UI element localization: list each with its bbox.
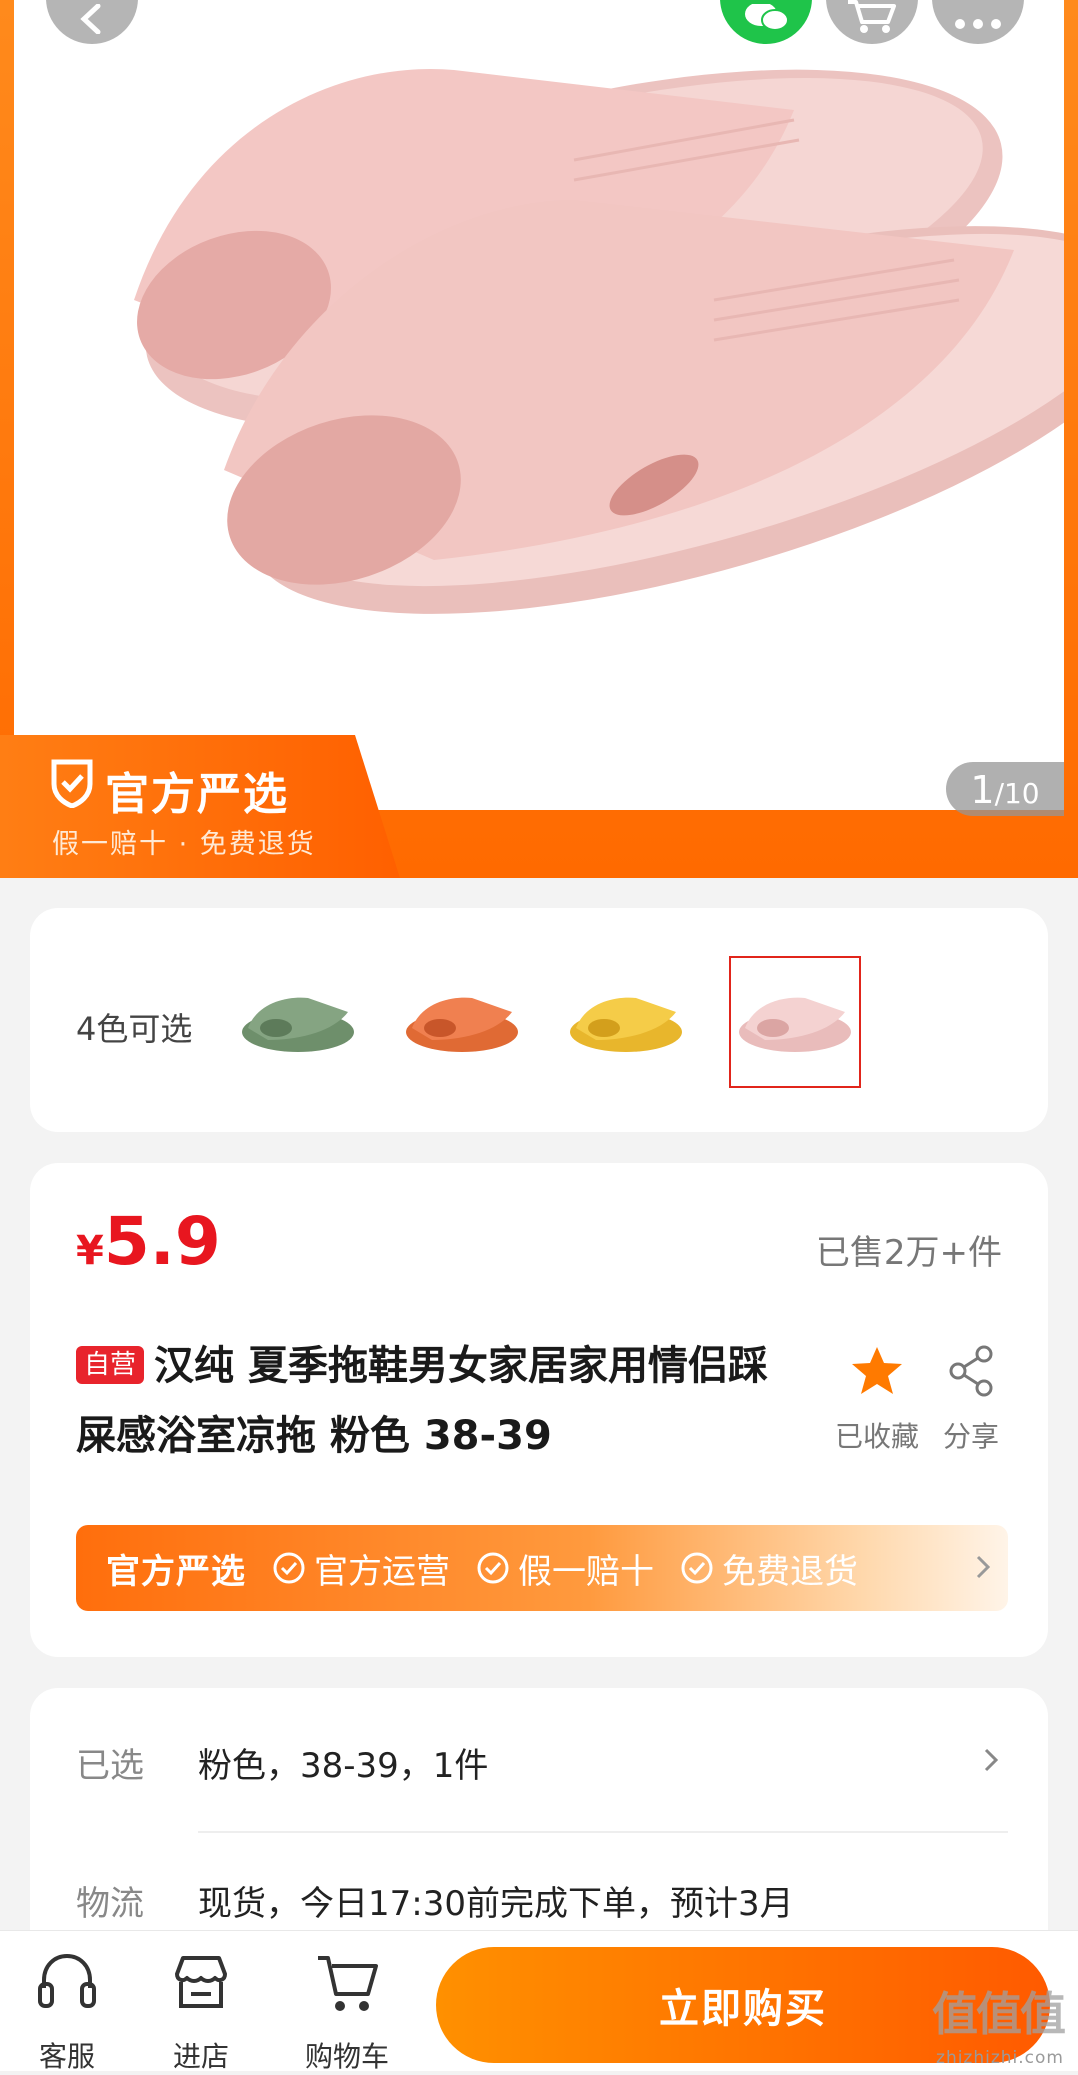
watermark-domain: zhizhizhi.com xyxy=(936,2048,1064,2068)
check-circle-icon xyxy=(273,1552,305,1584)
color-swatch-orange[interactable] xyxy=(396,956,528,1088)
cart-button[interactable]: 购物车 xyxy=(292,1947,402,2075)
shield-check-icon xyxy=(51,759,93,808)
official-guarantee-bar[interactable]: 官方严选 官方运营 假一赔十 免费退货 xyxy=(76,1525,1008,1611)
selected-label: 已选 xyxy=(76,1746,144,1786)
star-icon xyxy=(852,1347,902,1394)
logistics-label: 物流 xyxy=(76,1884,144,1924)
chevron-right-icon xyxy=(976,1555,991,1579)
logistics-value: 现货，今日17:30前完成下单，预计3月 xyxy=(198,1884,794,1924)
color-options-card: 4色可选 xyxy=(30,908,1048,1132)
currency-symbol: ¥ xyxy=(76,1228,104,1274)
share-label: 分享 xyxy=(942,1420,999,1453)
cart-icon xyxy=(318,1956,378,2011)
color-swatch-pink[interactable] xyxy=(729,956,861,1088)
guarantee-label: 官方运营 xyxy=(314,1551,450,1592)
selected-value: 粉色，38-39，1件 xyxy=(198,1746,489,1786)
cart-label: 购物车 xyxy=(304,2040,389,2073)
headset-icon xyxy=(38,1953,96,2008)
price: ¥5.9 xyxy=(76,1203,221,1280)
store-icon xyxy=(175,1956,227,2008)
color-swatch-yellow[interactable] xyxy=(560,956,692,1088)
official-bar-lead: 官方严选 xyxy=(106,1551,246,1592)
product-gallery[interactable]: 官方严选 假一赔十 · 免费退货 1 /10 xyxy=(0,0,1078,878)
chevron-right-icon xyxy=(984,1748,999,1772)
store-button[interactable]: 进店 xyxy=(146,1947,256,2075)
image-page-indicator: 1 /10 xyxy=(946,762,1064,816)
banner-subtitle: 假一赔十 · 免费退货 xyxy=(52,829,316,860)
color-swatch-green[interactable] xyxy=(232,956,364,1088)
self-operated-badge: 自营 xyxy=(76,1346,145,1384)
share-button[interactable]: 分享 xyxy=(916,1341,1026,1455)
divider xyxy=(198,1831,1008,1833)
guarantee-label: 假一赔十 xyxy=(518,1551,654,1592)
banner-title: 官方严选 xyxy=(105,769,289,820)
color-count-label: 4色可选 xyxy=(76,1010,193,1048)
selected-spec-row[interactable]: 已选 粉色，38-39，1件 xyxy=(30,1688,1048,1828)
product-image xyxy=(134,68,1064,614)
price-value: 5.9 xyxy=(103,1203,221,1280)
customer-service-label: 客服 xyxy=(38,2040,95,2073)
check-circle-icon xyxy=(477,1552,509,1584)
slipper-thumbnail xyxy=(570,997,682,1052)
check-circle-icon xyxy=(681,1552,713,1584)
slipper-thumbnail xyxy=(242,997,354,1052)
product-info-card: ¥5.9 已售2万+件 自营 汉纯 夏季拖鞋男女家居家用情侣踩屎感浴室凉拖 粉色 … xyxy=(30,1163,1048,1657)
slipper-thumbnail xyxy=(739,997,851,1052)
guarantee-item: 免费退货 xyxy=(680,1544,858,1593)
guarantee-item: 假一赔十 xyxy=(476,1544,654,1593)
share-icon xyxy=(949,1345,993,1397)
guarantee-item: 官方运营 xyxy=(272,1544,450,1593)
page-current: 1 xyxy=(970,768,995,812)
page-total: /10 xyxy=(994,777,1040,810)
watermark-logo: 值值值 xyxy=(932,1987,1066,2041)
slipper-thumbnail xyxy=(406,997,518,1052)
sold-count: 已售2万+件 xyxy=(815,1233,1002,1273)
product-image-area[interactable] xyxy=(14,0,1064,810)
store-label: 进店 xyxy=(172,2040,229,2073)
guarantee-label: 免费退货 xyxy=(722,1551,858,1592)
customer-service-button[interactable]: 客服 xyxy=(12,1947,122,2075)
bottom-action-bar: 客服 进店 购物车 立即购买 xyxy=(0,1930,1078,2073)
product-title: 自营 汉纯 夏季拖鞋男女家居家用情侣踩屎感浴室凉拖 粉色 38-39 xyxy=(76,1331,786,1471)
product-title-text: 汉纯 夏季拖鞋男女家居家用情侣踩屎感浴室凉拖 粉色 38-39 xyxy=(76,1343,768,1459)
